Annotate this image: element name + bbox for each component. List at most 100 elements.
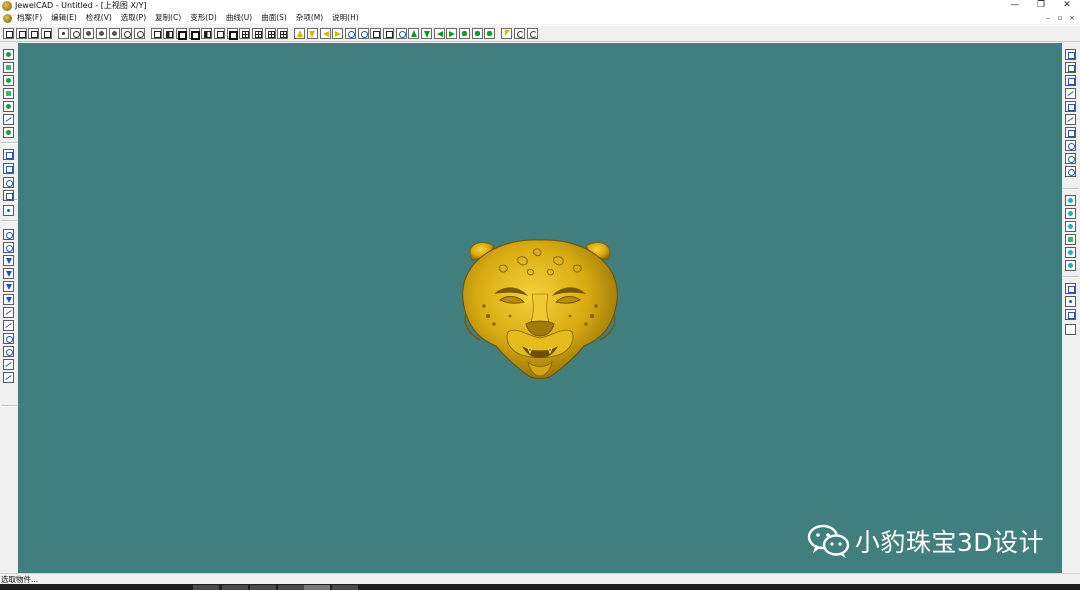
pan-down-button[interactable] — [306, 28, 318, 39]
gem-1-button[interactable] — [1065, 195, 1076, 206]
surface-2-button[interactable] — [3, 242, 14, 253]
surface-1-button[interactable] — [3, 229, 14, 240]
edit-point-5-button[interactable] — [1065, 101, 1076, 112]
edit-point-2-button[interactable] — [1065, 62, 1076, 73]
leopard-head-model[interactable] — [458, 236, 622, 382]
arc-tool-button[interactable] — [3, 177, 14, 188]
curve-tool-5-button[interactable] — [3, 101, 14, 112]
ring-point-button[interactable] — [121, 28, 133, 39]
surface-12-button[interactable] — [3, 372, 14, 383]
mdi-minimize-button[interactable]: – — [1042, 12, 1054, 24]
gem-2-button[interactable] — [1065, 208, 1076, 219]
menu-view[interactable]: 检视(V) — [86, 12, 112, 24]
open-file-button[interactable] — [15, 28, 27, 39]
surface-4-button[interactable] — [3, 268, 14, 279]
surface-5-button[interactable] — [3, 281, 14, 292]
menu-file[interactable]: 档案(F) — [17, 12, 42, 24]
pan-up-button[interactable] — [294, 28, 306, 39]
view-top-button[interactable] — [214, 28, 225, 39]
menu-help[interactable]: 说明(H) — [332, 12, 359, 24]
gem-3-button[interactable] — [1065, 221, 1076, 232]
view-back-button[interactable] — [226, 28, 239, 40]
fill-point-button[interactable] — [108, 28, 120, 39]
view-box-button[interactable] — [150, 28, 162, 39]
misc-4-button[interactable] — [1065, 324, 1076, 335]
surface-6-button[interactable] — [3, 294, 14, 305]
misc-1-button[interactable] — [1065, 283, 1076, 294]
taskbar-item[interactable] — [193, 585, 219, 590]
crosshair-point-button[interactable] — [57, 28, 69, 39]
restore-button[interactable]: ❐ — [1028, 0, 1054, 12]
menu-curve[interactable]: 曲线(U) — [226, 12, 252, 24]
edit-point-4-button[interactable] — [1065, 88, 1076, 99]
close-button[interactable]: ✕ — [1054, 0, 1080, 12]
edit-point-3-button[interactable] — [1065, 75, 1076, 86]
split-horizontal-button[interactable] — [252, 28, 264, 39]
curve-tool-7-button[interactable] — [3, 127, 14, 138]
save-button[interactable] — [28, 28, 40, 39]
edit-point-9-button[interactable] — [1065, 153, 1076, 164]
taskbar-item[interactable] — [332, 585, 358, 590]
curve-tool-1-button[interactable] — [3, 49, 14, 60]
mdi-restore-button[interactable]: ▫ — [1054, 12, 1066, 24]
rotate-left-button[interactable] — [433, 28, 445, 39]
split-quad-button[interactable] — [264, 28, 276, 39]
split-vertical-button[interactable] — [239, 28, 251, 39]
curve-tool-6-button[interactable] — [3, 114, 14, 125]
taskbar-item[interactable] — [278, 585, 304, 590]
pan-right-button[interactable] — [332, 28, 344, 39]
mdi-close-button[interactable]: × — [1066, 12, 1078, 24]
misc-3-button[interactable] — [1065, 309, 1076, 320]
menu-copy[interactable]: 复制(C) — [155, 12, 181, 24]
pan-left-button[interactable] — [319, 28, 331, 39]
surface-3-button[interactable] — [3, 255, 14, 266]
new-file-button[interactable] — [3, 28, 14, 39]
view-bottom-button[interactable] — [175, 28, 188, 40]
menu-select[interactable]: 选取(P) — [121, 12, 146, 24]
zoom-all-button[interactable] — [382, 28, 394, 39]
undo-rotate-button[interactable] — [513, 28, 525, 39]
edit-point-7-button[interactable] — [1065, 127, 1076, 138]
curve-tool-2-button[interactable] — [3, 62, 14, 73]
curve-tool-4-button[interactable] — [3, 88, 14, 99]
edit-point-8-button[interactable] — [1065, 140, 1076, 151]
zoom-in-button[interactable] — [344, 28, 356, 39]
target-point-button[interactable] — [83, 28, 95, 39]
square-tool-button[interactable] — [3, 163, 14, 174]
menu-surface[interactable]: 曲面(S) — [261, 12, 287, 24]
zoom-prev-button[interactable] — [395, 28, 407, 39]
circle-point-button[interactable] — [70, 28, 82, 39]
menu-edit[interactable]: 编辑(E) — [51, 12, 77, 24]
edit-point-10-button[interactable] — [1065, 166, 1076, 177]
split-grid-button[interactable] — [277, 28, 289, 39]
view-front-button[interactable] — [188, 28, 201, 40]
point-tool-button[interactable] — [3, 205, 14, 216]
rotate-right-button[interactable] — [446, 28, 458, 39]
document-icon[interactable] — [3, 13, 12, 23]
rotate-up-button[interactable] — [408, 28, 420, 39]
taskbar-item[interactable] — [222, 585, 248, 590]
taskbar-item-active[interactable] — [304, 585, 330, 590]
curve-tool-3-button[interactable] — [3, 75, 14, 86]
rect-tool-button[interactable] — [3, 149, 14, 160]
redo-rotate-button[interactable] — [526, 28, 538, 39]
surface-9-button[interactable] — [3, 333, 14, 344]
render-shaded-button[interactable] — [484, 28, 496, 39]
box-tool-button[interactable] — [3, 190, 14, 201]
surface-11-button[interactable] — [3, 359, 14, 370]
gem-5-button[interactable] — [1065, 247, 1076, 258]
rotate-down-button[interactable] — [421, 28, 432, 39]
view-left-button[interactable] — [163, 28, 175, 39]
zoom-window-button[interactable] — [370, 28, 382, 39]
surface-7-button[interactable] — [3, 307, 14, 318]
edit-point-1-button[interactable] — [1065, 49, 1076, 60]
zoom-out-button[interactable] — [357, 28, 369, 39]
surface-10-button[interactable] — [3, 346, 14, 357]
gem-6-button[interactable] — [1065, 260, 1076, 271]
view-right-button[interactable] — [201, 28, 213, 39]
sphere-point-button[interactable] — [133, 28, 145, 39]
help-button[interactable] — [41, 28, 53, 39]
center-point-button[interactable] — [95, 28, 107, 39]
3d-viewport[interactable]: 小豹珠宝3D设计 — [18, 43, 1062, 573]
menu-deform[interactable]: 变形(D) — [190, 12, 217, 24]
